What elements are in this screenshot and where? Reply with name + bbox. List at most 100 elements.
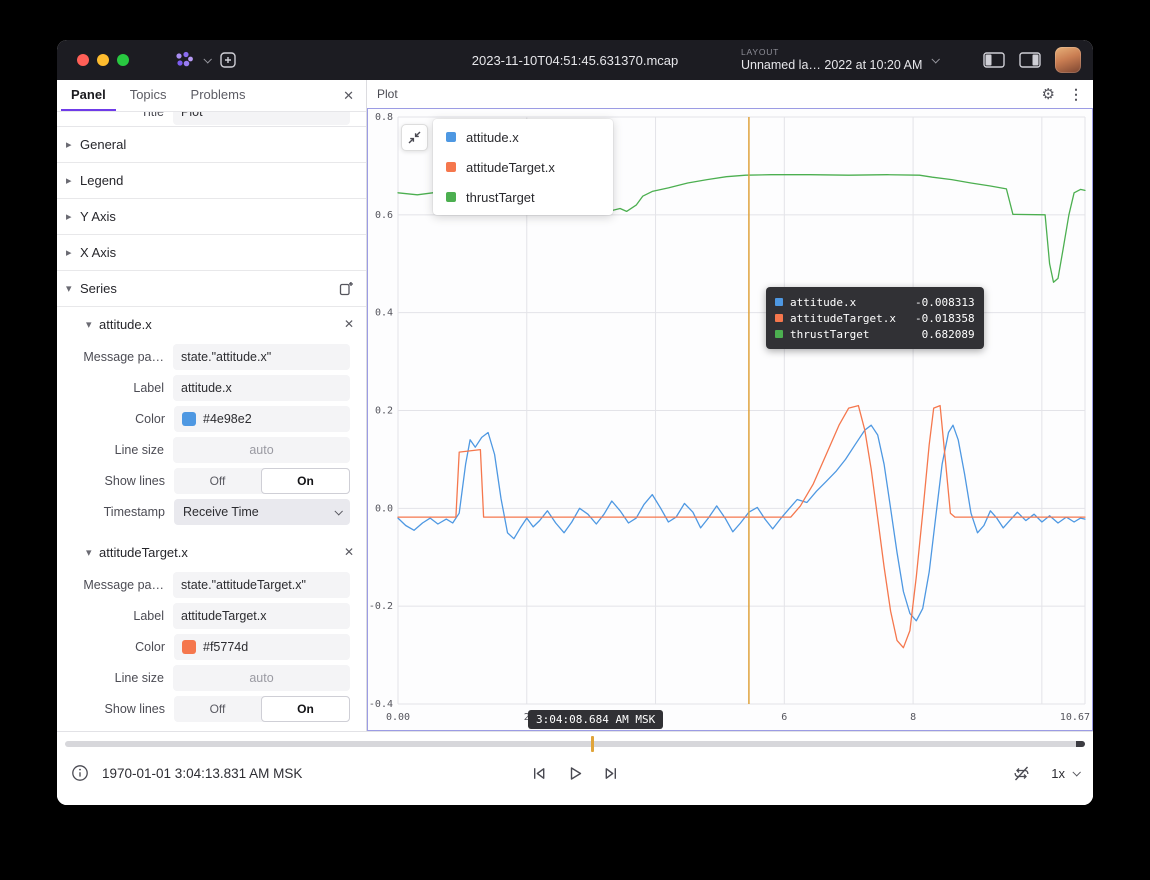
- panel-settings-sidebar: Panel Topics Problems ✕ Title ▸ General: [57, 80, 367, 731]
- app-window: 2023-11-10T04:51:45.631370.mcap LAYOUT U…: [57, 40, 1093, 805]
- timestamp-select[interactable]: Receive Time: [174, 499, 350, 525]
- play-icon[interactable]: [566, 764, 585, 783]
- show-lines-on-button[interactable]: On: [261, 468, 350, 494]
- field-label: Line size: [57, 443, 173, 457]
- svg-text:0.2: 0.2: [375, 406, 393, 417]
- color-swatch: [182, 640, 196, 654]
- series-label-input[interactable]: [173, 375, 350, 401]
- playback-bar: 1970-01-01 3:04:13.831 AM MSK: [57, 731, 1093, 805]
- plot-canvas[interactable]: 0.80.60.40.20.0-0.2-0.40.00246810.67 att…: [367, 108, 1093, 731]
- field-label: Show lines: [57, 474, 174, 488]
- close-window-button[interactable]: [77, 54, 89, 66]
- add-series-icon[interactable]: [339, 281, 354, 296]
- field-row-color: Color #f5774d: [57, 631, 366, 662]
- section-label: Y Axis: [80, 209, 116, 224]
- field-label: Line size: [57, 671, 173, 685]
- section-x-axis[interactable]: ▸ X Axis: [57, 235, 366, 271]
- layout-label: LAYOUT: [741, 48, 922, 58]
- timestamp-value: Receive Time: [183, 505, 259, 519]
- foxglove-logo-icon[interactable]: [173, 50, 195, 70]
- series-label-input[interactable]: [173, 603, 350, 629]
- tab-topics[interactable]: Topics: [120, 80, 177, 111]
- field-label: Show lines: [57, 702, 174, 716]
- section-series[interactable]: ▾ Series: [57, 271, 366, 307]
- info-icon[interactable]: [71, 764, 89, 782]
- section-label: Legend: [80, 173, 123, 188]
- caret-right-icon: ▸: [66, 174, 80, 187]
- tooltip-swatch: [775, 330, 783, 338]
- legend-item-attitude-target-x[interactable]: attitudeTarget.x: [433, 152, 613, 182]
- section-label: General: [80, 137, 126, 152]
- message-path-input[interactable]: [173, 572, 350, 598]
- loop-off-icon[interactable]: [1012, 764, 1031, 783]
- color-hex: #4e98e2: [203, 412, 252, 426]
- desktop-background: 2023-11-10T04:51:45.631370.mcap LAYOUT U…: [0, 0, 1150, 880]
- svg-text:10.67: 10.67: [1060, 712, 1090, 723]
- kebab-menu-icon[interactable]: ⋮: [1069, 86, 1083, 103]
- section-general[interactable]: ▸ General: [57, 127, 366, 163]
- transport-controls: [530, 764, 621, 783]
- right-sidebar-toggle-icon[interactable]: [1019, 51, 1041, 69]
- legend-swatch: [446, 132, 456, 142]
- legend-item-thrust-target[interactable]: thrustTarget: [433, 182, 613, 212]
- field-row-label: Label: [57, 600, 366, 631]
- hover-values-tooltip: attitude.x -0.008313 attitudeTarget.x -0…: [766, 287, 984, 349]
- tooltip-swatch: [775, 314, 783, 322]
- remove-series-icon[interactable]: ✕: [344, 317, 354, 331]
- seek-backward-icon[interactable]: [530, 764, 549, 783]
- tooltip-swatch: [775, 298, 783, 306]
- left-sidebar-toggle-icon[interactable]: [983, 51, 1005, 69]
- close-sidebar-icon[interactable]: ✕: [343, 80, 354, 111]
- remove-series-icon[interactable]: ✕: [344, 545, 354, 559]
- show-lines-off-button[interactable]: Off: [174, 468, 261, 494]
- avatar[interactable]: [1055, 47, 1081, 73]
- section-legend[interactable]: ▸ Legend: [57, 163, 366, 199]
- line-size-input[interactable]: [173, 437, 350, 463]
- show-lines-on-button[interactable]: On: [261, 696, 350, 722]
- minimize-window-button[interactable]: [97, 54, 109, 66]
- tooltip-series-name: thrustTarget: [790, 328, 908, 341]
- legend-swatch: [446, 192, 456, 202]
- tab-panel[interactable]: Panel: [61, 80, 116, 111]
- tab-problems[interactable]: Problems: [181, 80, 256, 111]
- tooltip-series-value: -0.018358: [915, 312, 975, 325]
- field-label: Title: [57, 112, 173, 119]
- legend-label: thrustTarget: [466, 190, 535, 205]
- panel-title-input[interactable]: [173, 112, 350, 125]
- series-item-attitude-target-x[interactable]: ▾ attitudeTarget.x ✕: [57, 535, 366, 569]
- svg-text:0.0: 0.0: [375, 503, 393, 514]
- color-input[interactable]: #f5774d: [174, 634, 350, 660]
- tooltip-series-name: attitudeTarget.x: [790, 312, 908, 325]
- svg-text:-0.2: -0.2: [369, 601, 393, 612]
- caret-right-icon: ▸: [66, 138, 80, 151]
- playback-speed-select[interactable]: 1x: [1051, 766, 1079, 781]
- plot-legend: attitude.x attitudeTarget.x thrustTarget: [433, 119, 613, 215]
- tooltip-row: thrustTarget 0.682089: [775, 326, 975, 342]
- section-y-axis[interactable]: ▸ Y Axis: [57, 199, 366, 235]
- tooltip-series-value: -0.008313: [915, 296, 975, 309]
- tooltip-series-name: attitude.x: [790, 296, 908, 309]
- series-item-attitude-x[interactable]: ▾ attitude.x ✕: [57, 307, 366, 341]
- zoom-window-button[interactable]: [117, 54, 129, 66]
- plot-panel-header: Plot ⚙ ⋮: [367, 80, 1093, 108]
- field-label: Message pa…: [57, 350, 173, 364]
- color-input[interactable]: #4e98e2: [174, 406, 350, 432]
- tooltip-series-value: 0.682089: [922, 328, 975, 341]
- field-label: Message pa…: [57, 578, 173, 592]
- add-panel-icon[interactable]: [219, 51, 237, 69]
- field-label: Timestamp: [57, 505, 174, 519]
- message-path-input[interactable]: [173, 344, 350, 370]
- field-label: Label: [57, 381, 173, 395]
- show-lines-off-button[interactable]: Off: [174, 696, 261, 722]
- collapse-legend-button[interactable]: [401, 124, 428, 151]
- gear-icon[interactable]: ⚙: [1042, 85, 1055, 103]
- legend-item-attitude-x[interactable]: attitude.x: [433, 122, 613, 152]
- seek-forward-icon[interactable]: [602, 764, 621, 783]
- line-size-input[interactable]: [173, 665, 350, 691]
- layout-selector[interactable]: LAYOUT Unnamed la… 2022 at 10:20 AM: [741, 48, 938, 72]
- legend-label: attitude.x: [466, 130, 519, 145]
- caret-right-icon: ▸: [66, 246, 80, 259]
- chevron-down-icon[interactable]: [203, 55, 211, 63]
- field-row-line-size: Line size: [57, 662, 366, 693]
- svg-text:0.8: 0.8: [375, 112, 393, 123]
